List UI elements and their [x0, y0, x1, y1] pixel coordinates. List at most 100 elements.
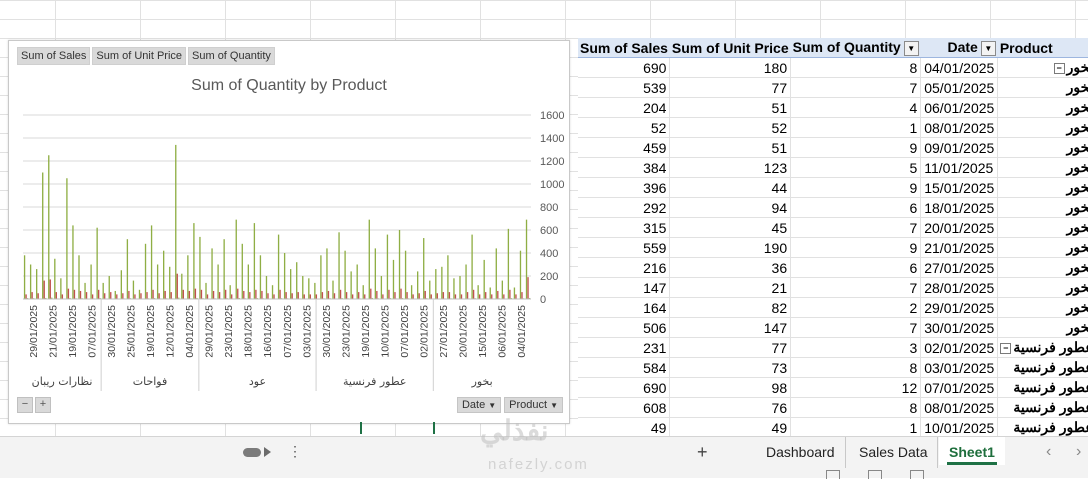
cell-date[interactable]: 04/01/2025: [921, 58, 998, 78]
tab-dashboard[interactable]: Dashboard: [756, 437, 846, 469]
cell-sum-of-quantity[interactable]: 7: [791, 218, 921, 238]
cell-date[interactable]: 08/01/2025: [921, 118, 998, 138]
cell-product[interactable]: −عطور فرنسية: [998, 338, 1088, 358]
scroll-right-icon[interactable]: [264, 447, 271, 457]
cell-sum-of-unit-price[interactable]: 190: [670, 238, 791, 258]
cell-sum-of-quantity[interactable]: 1: [791, 118, 921, 138]
cell-sum-of-unit-price[interactable]: 123: [670, 158, 791, 178]
cell-sum-of-sales[interactable]: 559: [578, 238, 670, 258]
cell-date[interactable]: 28/01/2025: [921, 278, 998, 298]
cell-product[interactable]: بخور: [998, 298, 1088, 318]
more-options-icon[interactable]: ⋮: [288, 443, 302, 460]
cell-sum-of-quantity[interactable]: 8: [791, 358, 921, 378]
axis-button-product[interactable]: Product▼: [504, 397, 563, 413]
cell-date[interactable]: 08/01/2025: [921, 398, 998, 418]
cell-date[interactable]: 02/01/2025: [921, 338, 998, 358]
cell-sum-of-sales[interactable]: 506: [578, 318, 670, 338]
header-sum-of-unit-price[interactable]: Sum of Unit Price: [670, 38, 791, 58]
cell-product[interactable]: بخور: [998, 258, 1088, 278]
cell-sum-of-unit-price[interactable]: 180: [670, 58, 791, 78]
cell-date[interactable]: 09/01/2025: [921, 138, 998, 158]
cell-sum-of-unit-price[interactable]: 77: [670, 78, 791, 98]
cell-sum-of-unit-price[interactable]: 36: [670, 258, 791, 278]
cell-sum-of-sales[interactable]: 204: [578, 98, 670, 118]
cell-sum-of-sales[interactable]: 384: [578, 158, 670, 178]
cell-product[interactable]: عطور فرنسية: [998, 378, 1088, 398]
cell-date[interactable]: 06/01/2025: [921, 98, 998, 118]
cell-sum-of-quantity[interactable]: 3: [791, 338, 921, 358]
cell-date[interactable]: 15/01/2025: [921, 178, 998, 198]
collapse-icon[interactable]: −: [1000, 343, 1011, 354]
axis-button-date[interactable]: Date▼: [457, 397, 501, 413]
cell-date[interactable]: 29/01/2025: [921, 298, 998, 318]
cell-sum-of-sales[interactable]: 49: [578, 418, 670, 438]
cell-sum-of-unit-price[interactable]: 82: [670, 298, 791, 318]
collapse-icon[interactable]: −: [1054, 63, 1065, 74]
cell-sum-of-sales[interactable]: 292: [578, 198, 670, 218]
cell-product[interactable]: بخور: [998, 138, 1088, 158]
cell-sum-of-quantity[interactable]: 7: [791, 318, 921, 338]
cell-sum-of-unit-price[interactable]: 51: [670, 98, 791, 118]
cell-sum-of-unit-price[interactable]: 98: [670, 378, 791, 398]
filter-dropdown-icon[interactable]: ▼: [904, 41, 919, 56]
cell-product[interactable]: بخور: [998, 78, 1088, 98]
cell-sum-of-quantity[interactable]: 2: [791, 298, 921, 318]
cell-sum-of-sales[interactable]: 231: [578, 338, 670, 358]
horizontal-scroll-thumb[interactable]: [243, 448, 261, 457]
cell-sum-of-sales[interactable]: 459: [578, 138, 670, 158]
cell-product[interactable]: بخور: [998, 238, 1088, 258]
header-sum-of-sales[interactable]: Sum of Sales: [578, 38, 670, 58]
cell-product[interactable]: بخور: [998, 278, 1088, 298]
header-product[interactable]: Product: [998, 38, 1088, 58]
cell-product[interactable]: بخور: [998, 98, 1088, 118]
header-sum-of-quantity[interactable]: Sum of Quantity▼: [791, 38, 921, 58]
cell-sum-of-sales[interactable]: 52: [578, 118, 670, 138]
zoom-out-button[interactable]: −: [17, 397, 33, 413]
next-sheet-icon[interactable]: ›: [1076, 443, 1081, 461]
cell-date[interactable]: 10/01/2025: [921, 418, 998, 438]
cell-product[interactable]: عطور فرنسية: [998, 418, 1088, 438]
cell-sum-of-quantity[interactable]: 6: [791, 198, 921, 218]
tab-sheet1[interactable]: Sheet1: [939, 437, 1005, 465]
cell-sum-of-quantity[interactable]: 12: [791, 378, 921, 398]
cell-date[interactable]: 11/01/2025: [921, 158, 998, 178]
cell-sum-of-unit-price[interactable]: 94: [670, 198, 791, 218]
cell-sum-of-sales[interactable]: 315: [578, 218, 670, 238]
cell-sum-of-unit-price[interactable]: 77: [670, 338, 791, 358]
cell-sum-of-unit-price[interactable]: 49: [670, 418, 791, 438]
cell-sum-of-unit-price[interactable]: 147: [670, 318, 791, 338]
cell-product[interactable]: −بخور: [998, 58, 1088, 78]
cell-sum-of-quantity[interactable]: 6: [791, 258, 921, 278]
cell-date[interactable]: 21/01/2025: [921, 238, 998, 258]
cell-product[interactable]: بخور: [998, 198, 1088, 218]
filter-dropdown-icon[interactable]: ▼: [981, 41, 996, 56]
cell-date[interactable]: 27/01/2025: [921, 258, 998, 278]
cell-sum-of-unit-price[interactable]: 45: [670, 218, 791, 238]
cell-sum-of-quantity[interactable]: 1: [791, 418, 921, 438]
cell-sum-of-quantity[interactable]: 9: [791, 138, 921, 158]
cell-date[interactable]: 20/01/2025: [921, 218, 998, 238]
zoom-in-button[interactable]: +: [35, 397, 51, 413]
cell-product[interactable]: بخور: [998, 178, 1088, 198]
cell-sum-of-unit-price[interactable]: 76: [670, 398, 791, 418]
cell-sum-of-sales[interactable]: 539: [578, 78, 670, 98]
cell-product[interactable]: بخور: [998, 318, 1088, 338]
cell-sum-of-sales[interactable]: 147: [578, 278, 670, 298]
cell-date[interactable]: 03/01/2025: [921, 358, 998, 378]
cell-sum-of-quantity[interactable]: 9: [791, 238, 921, 258]
cell-sum-of-sales[interactable]: 164: [578, 298, 670, 318]
cell-sum-of-sales[interactable]: 216: [578, 258, 670, 278]
cell-product[interactable]: عطور فرنسية: [998, 358, 1088, 378]
cell-sum-of-quantity[interactable]: 8: [791, 58, 921, 78]
cell-product[interactable]: بخور: [998, 118, 1088, 138]
tab-sales-data[interactable]: Sales Data: [849, 437, 938, 469]
cell-sum-of-unit-price[interactable]: 52: [670, 118, 791, 138]
cell-sum-of-sales[interactable]: 608: [578, 398, 670, 418]
cell-sum-of-unit-price[interactable]: 44: [670, 178, 791, 198]
cell-sum-of-sales[interactable]: 396: [578, 178, 670, 198]
cell-date[interactable]: 07/01/2025: [921, 378, 998, 398]
cell-product[interactable]: بخور: [998, 218, 1088, 238]
cell-date[interactable]: 05/01/2025: [921, 78, 998, 98]
add-sheet-button[interactable]: +: [697, 442, 708, 463]
cell-product[interactable]: بخور: [998, 158, 1088, 178]
